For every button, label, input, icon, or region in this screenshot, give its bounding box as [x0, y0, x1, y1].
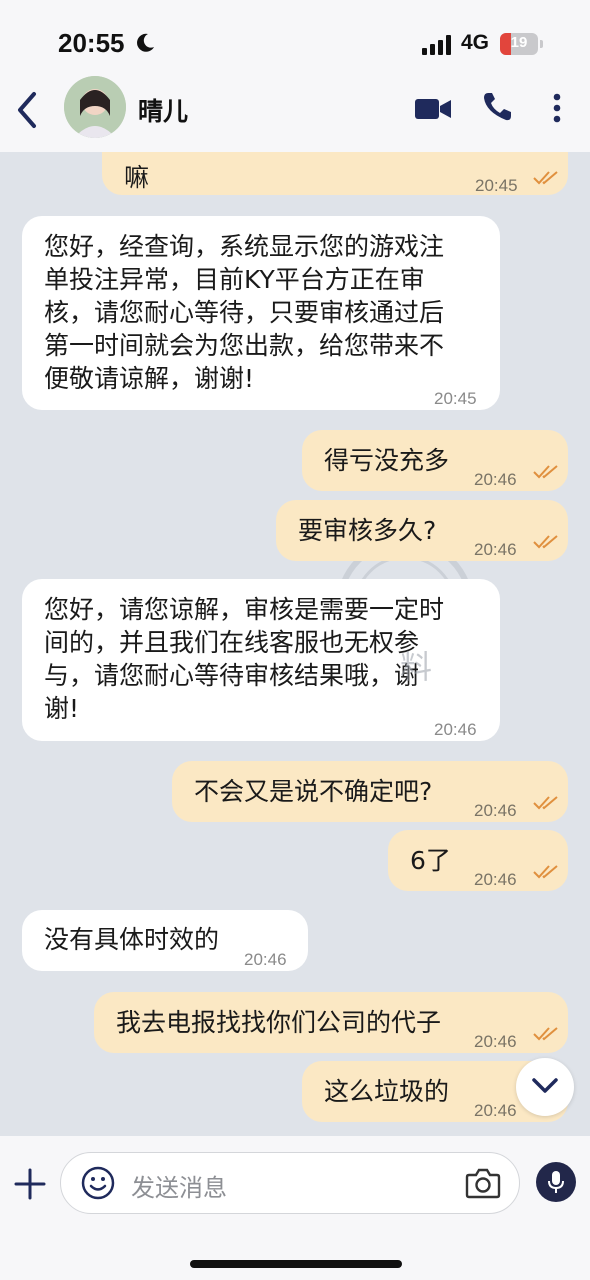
- status-time: 20:55: [58, 28, 125, 58]
- message-text: 6了: [410, 846, 451, 875]
- message-time: 20:46: [474, 1032, 517, 1051]
- read-check-icon: [533, 535, 558, 549]
- message-input[interactable]: 发送消息: [60, 1152, 520, 1214]
- message-bubble-incoming[interactable]: 没有具体时效的 20:46: [22, 910, 308, 971]
- message-text: 嘛: [124, 163, 150, 192]
- message-text: 要审核多久?: [298, 516, 437, 545]
- video-call-button[interactable]: [414, 94, 452, 124]
- read-check-icon: [533, 171, 558, 185]
- message-bubble-outgoing[interactable]: 不会又是说不确定吧? 20:46: [172, 761, 568, 822]
- chat-header: 晴儿: [0, 68, 590, 152]
- message-time: 20:45: [434, 389, 477, 408]
- more-button[interactable]: [546, 90, 568, 126]
- home-indicator: [190, 1260, 402, 1268]
- contact-name[interactable]: 晴儿: [138, 92, 188, 128]
- read-check-icon: [533, 465, 558, 479]
- message-bubble-outgoing[interactable]: 得亏没充多 20:46: [302, 430, 568, 491]
- back-button[interactable]: [10, 88, 44, 132]
- scroll-down-button[interactable]: [516, 1058, 574, 1116]
- read-check-icon: [533, 865, 558, 879]
- chat-area[interactable]: 嘛 20:45 您好，经查询，系统显示您的游戏注 单投注异常，目前KY平台方正在…: [0, 152, 590, 1136]
- message-text: 没有具体时效的: [44, 925, 220, 954]
- voice-call-button[interactable]: [480, 90, 514, 124]
- avatar[interactable]: [64, 76, 126, 138]
- chevron-down-icon: [532, 1078, 558, 1093]
- microphone-button[interactable]: [536, 1162, 576, 1202]
- signal-icon: [422, 35, 451, 55]
- battery-tip: [540, 40, 543, 48]
- camera-icon[interactable]: [465, 1167, 501, 1199]
- message-bubble-incoming[interactable]: 您好，经查询，系统显示您的游戏注 单投注异常，目前KY平台方正在审 核，请您耐心…: [22, 216, 500, 410]
- battery-icon: 19: [500, 33, 538, 55]
- microphone-icon: [548, 1171, 564, 1193]
- message-bubble-outgoing[interactable]: 嘛 20:45: [102, 152, 568, 195]
- message-text: 我去电报找找你们公司的代子: [116, 1008, 442, 1037]
- moon-icon: [137, 33, 154, 52]
- message-bubble-outgoing[interactable]: 要审核多久? 20:46: [276, 500, 568, 561]
- message-text: 不会又是说不确定吧?: [194, 777, 433, 806]
- network-label: 4G: [461, 31, 490, 54]
- message-time: 20:46: [434, 720, 477, 739]
- add-button[interactable]: [14, 1168, 46, 1200]
- message-placeholder: 发送消息: [131, 1174, 227, 1202]
- message-bubble-outgoing[interactable]: 6了 20:46: [388, 830, 568, 891]
- message-text: 得亏没充多: [324, 446, 450, 475]
- message-time: 20:46: [474, 801, 517, 820]
- emoji-icon[interactable]: [81, 1166, 115, 1200]
- message-text: 您好，请您谅解，审核是需要一定时 间的，并且我们在线客服也无权参 与，请您耐心等…: [44, 595, 445, 723]
- message-text: 您好，经查询，系统显示您的游戏注 单投注异常，目前KY平台方正在审 核，请您耐心…: [44, 232, 445, 393]
- message-bubble-outgoing[interactable]: 我去电报找找你们公司的代子 20:46: [94, 992, 568, 1053]
- message-time: 20:46: [244, 950, 287, 969]
- message-time: 20:46: [474, 870, 517, 889]
- message-time: 20:46: [474, 470, 517, 489]
- message-time: 20:45: [475, 176, 518, 195]
- read-check-icon: [533, 796, 558, 810]
- message-time: 20:46: [474, 1101, 517, 1120]
- message-text: 这么垃圾的: [324, 1077, 450, 1106]
- message-time: 20:46: [474, 540, 517, 559]
- battery-level: 19: [510, 34, 528, 51]
- watermark-text: 料: [400, 648, 433, 686]
- read-check-icon: [533, 1027, 558, 1041]
- input-bar: 发送消息: [0, 1136, 590, 1280]
